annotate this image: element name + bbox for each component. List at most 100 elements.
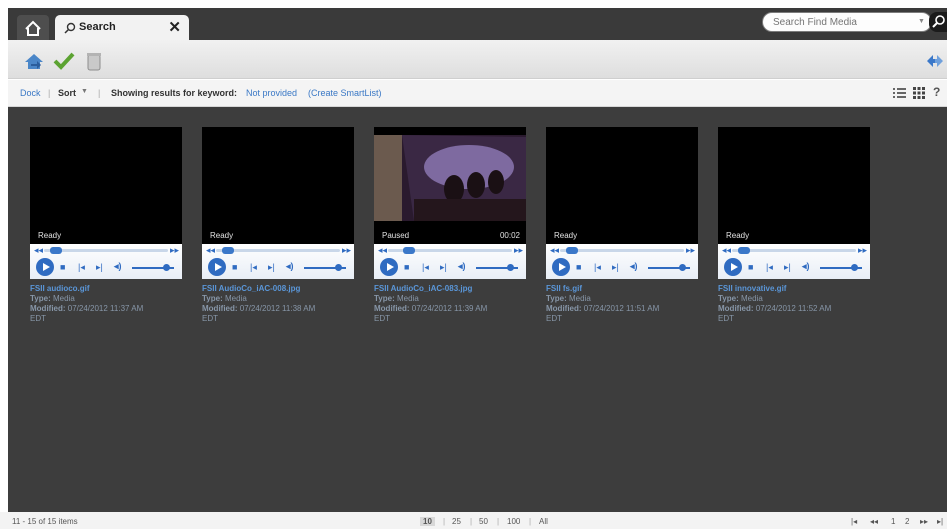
volume-handle[interactable] [851, 264, 858, 271]
stop-icon[interactable]: ■ [576, 262, 581, 272]
seek-bar[interactable] [44, 247, 168, 254]
previous-icon[interactable]: |◂ [766, 262, 773, 273]
fast-forward-icon[interactable]: ▸▸ [686, 245, 695, 256]
chevron-down-icon[interactable]: ▼ [81, 88, 88, 95]
play-button[interactable] [380, 258, 398, 276]
volume-slider[interactable] [304, 264, 346, 271]
page-size-option[interactable]: 10 [420, 517, 435, 526]
play-button[interactable] [552, 258, 570, 276]
stop-icon[interactable]: ■ [404, 262, 409, 272]
player-controls: ◂◂ ▸▸ ■ |◂ ▸| ◂) [30, 244, 182, 279]
seek-bar[interactable] [732, 247, 856, 254]
seek-handle[interactable] [50, 247, 63, 254]
previous-page-icon[interactable]: ◂◂ [870, 517, 878, 526]
find-media-input[interactable] [762, 12, 932, 32]
volume-handle[interactable] [679, 264, 686, 271]
volume-slider[interactable] [648, 264, 690, 271]
stop-icon[interactable]: ■ [232, 262, 237, 272]
fast-forward-icon[interactable]: ▸▸ [514, 245, 523, 256]
grid-view-icon[interactable] [913, 87, 925, 99]
media-name[interactable]: FSII audioco.gif [30, 284, 190, 294]
rewind-icon[interactable]: ◂◂ [206, 245, 215, 256]
delete-button[interactable] [82, 50, 106, 72]
list-view-icon[interactable] [893, 87, 906, 98]
media-name[interactable]: FSII AudioCo_iAC-008.jpg [202, 284, 362, 294]
next-icon[interactable]: ▸| [268, 262, 275, 273]
volume-slider[interactable] [476, 264, 518, 271]
video-preview[interactable]: Ready [202, 127, 354, 244]
home-tab[interactable] [17, 15, 49, 40]
page-size-option[interactable]: 50 [479, 517, 488, 526]
refresh-button[interactable] [923, 50, 947, 72]
volume-icon[interactable]: ◂) [630, 261, 638, 272]
seek-handle[interactable] [222, 247, 235, 254]
type-value: Media [740, 294, 763, 303]
page-number[interactable]: 1 [891, 517, 895, 526]
chevron-down-icon[interactable]: ▼ [918, 18, 925, 25]
stop-icon[interactable]: ■ [60, 262, 65, 272]
play-button[interactable] [724, 258, 742, 276]
next-icon[interactable]: ▸| [784, 262, 791, 273]
volume-handle[interactable] [507, 264, 514, 271]
media-info: FSII fs.gif Type: Media Modified: 07/24/… [546, 284, 706, 324]
volume-slider[interactable] [132, 264, 174, 271]
previous-icon[interactable]: |◂ [250, 262, 257, 273]
previous-icon[interactable]: |◂ [422, 262, 429, 273]
next-icon[interactable]: ▸| [96, 262, 103, 273]
rewind-icon[interactable]: ◂◂ [378, 245, 387, 256]
tab-search[interactable]: Search ✕ [55, 15, 189, 41]
next-icon[interactable]: ▸| [440, 262, 447, 273]
volume-icon[interactable]: ◂) [802, 261, 810, 272]
play-button[interactable] [36, 258, 54, 276]
rewind-icon[interactable]: ◂◂ [34, 245, 43, 256]
player-controls: ◂◂ ▸▸ ■ |◂ ▸| ◂) [202, 244, 354, 279]
seek-bar[interactable] [560, 247, 684, 254]
previous-icon[interactable]: |◂ [78, 262, 85, 273]
previous-icon[interactable]: |◂ [594, 262, 601, 273]
volume-handle[interactable] [335, 264, 342, 271]
video-preview[interactable]: Paused 00:02 [374, 127, 526, 244]
next-icon[interactable]: ▸| [612, 262, 619, 273]
fast-forward-icon[interactable]: ▸▸ [170, 245, 179, 256]
volume-slider[interactable] [820, 264, 862, 271]
rewind-icon[interactable]: ◂◂ [550, 245, 559, 256]
media-info: FSII AudioCo_iAC-083.jpg Type: Media Mod… [374, 284, 534, 324]
volume-icon[interactable]: ◂) [286, 261, 294, 272]
page-number[interactable]: 2 [905, 517, 909, 526]
rewind-icon[interactable]: ◂◂ [722, 245, 731, 256]
media-name[interactable]: FSII innovative.gif [718, 284, 878, 294]
seek-handle[interactable] [402, 247, 415, 254]
volume-icon[interactable]: ◂) [458, 261, 466, 272]
search-icon [64, 22, 76, 34]
page-size-option[interactable]: 100 [507, 517, 520, 526]
first-page-icon[interactable]: |◂ [851, 517, 857, 526]
stop-icon[interactable]: ■ [748, 262, 753, 272]
page-size-option[interactable]: 25 [452, 517, 461, 526]
sort-menu[interactable]: Sort [58, 88, 76, 98]
video-preview[interactable]: Ready [546, 127, 698, 244]
fast-forward-icon[interactable]: ▸▸ [342, 245, 351, 256]
video-preview[interactable]: Ready [718, 127, 870, 244]
next-page-icon[interactable]: ▸▸ [920, 517, 928, 526]
create-smartlist-link[interactable]: (Create SmartList) [308, 88, 382, 98]
media-name[interactable]: FSII fs.gif [546, 284, 706, 294]
seek-bar[interactable] [216, 247, 340, 254]
dock-link[interactable]: Dock [20, 88, 41, 98]
approve-button[interactable] [52, 50, 76, 72]
volume-handle[interactable] [163, 264, 170, 271]
fast-forward-icon[interactable]: ▸▸ [858, 245, 867, 256]
last-page-icon[interactable]: ▸| [937, 517, 943, 526]
help-icon[interactable]: ? [933, 85, 940, 99]
seek-handle[interactable] [566, 247, 579, 254]
volume-icon[interactable]: ◂) [114, 261, 122, 272]
add-to-collection-button[interactable] [22, 50, 46, 72]
page-size-option[interactable]: All [539, 517, 548, 526]
seek-handle[interactable] [738, 247, 751, 254]
close-icon[interactable]: ✕ [168, 18, 181, 36]
find-button[interactable] [929, 12, 947, 32]
play-button[interactable] [208, 258, 226, 276]
media-name[interactable]: FSII AudioCo_iAC-083.jpg [374, 284, 534, 294]
seek-bar[interactable] [388, 247, 512, 254]
type-value: Media [224, 294, 247, 303]
video-preview[interactable]: Ready [30, 127, 182, 244]
